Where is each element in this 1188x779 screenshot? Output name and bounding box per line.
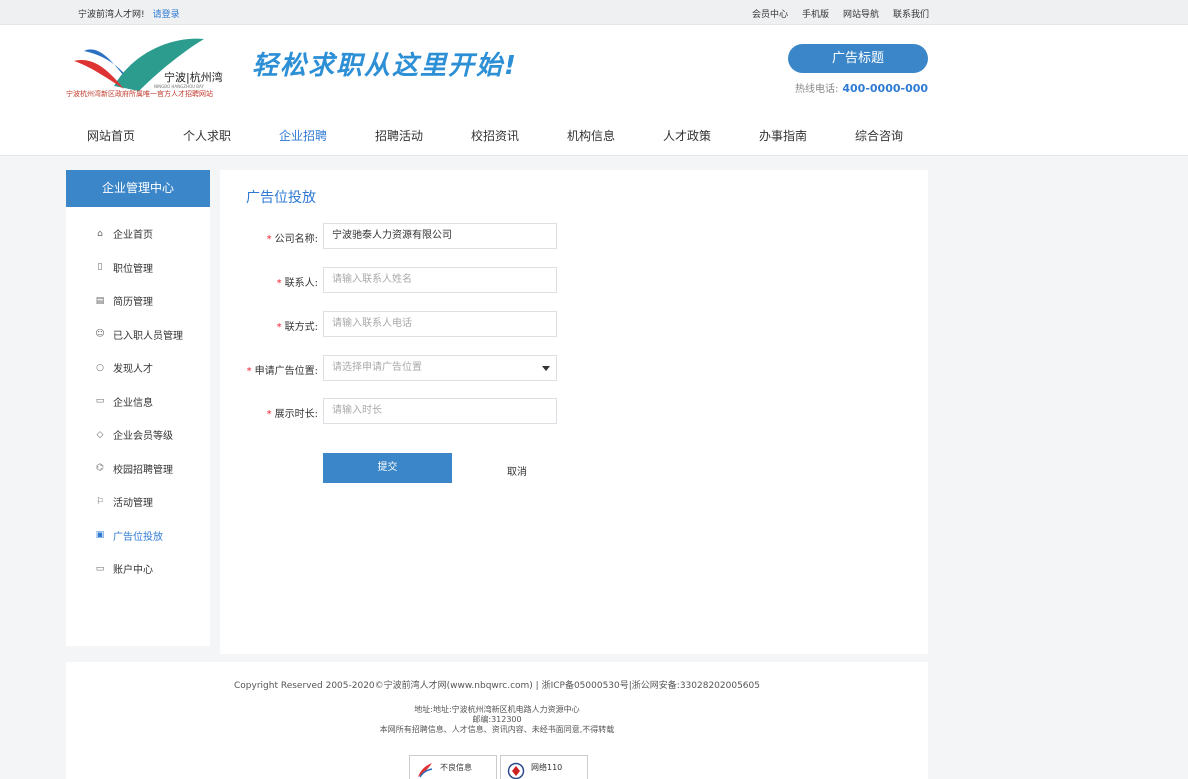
sidebar-item-campus[interactable]: ⌬ 校园招聘管理 — [66, 452, 210, 486]
sidebar-item-label: 账户中心 — [113, 565, 153, 577]
topbar-link-contact[interactable]: 联系我们 — [893, 7, 929, 20]
hotline: 热线电话: 400-0000-000 — [795, 80, 928, 95]
police-shield-icon — [507, 762, 525, 779]
header: 宁波|杭州湾 NINGBO HANGZHOU BAY 宁波杭州湾新区政府所属唯一… — [0, 25, 1188, 156]
diamond-icon: ◇ — [96, 429, 104, 440]
chevron-down-icon — [542, 366, 550, 371]
sidebar-item-label: 企业信息 — [113, 397, 153, 409]
company-label: * 公司名称: — [266, 234, 318, 245]
duration-label: * 展示时长: — [266, 409, 318, 420]
user-icon: ☺ — [95, 329, 105, 340]
ad-title-button[interactable]: 广告标题 — [788, 44, 928, 73]
submit-button[interactable]: 提交 — [323, 453, 452, 483]
topbar-link-sitemap[interactable]: 网站导航 — [843, 7, 879, 20]
main-nav: 网站首页 个人求职 企业招聘 招聘活动 校招资讯 机构信息 人才政策 办事指南 … — [63, 127, 927, 144]
topbar-left: 宁波前湾人才网! 请登录 — [78, 7, 180, 20]
nav-consult[interactable]: 综合咨询 — [831, 127, 927, 144]
nav-talent-policy[interactable]: 人才政策 — [639, 127, 735, 144]
phone-label: * 联方式: — [276, 322, 318, 333]
nav-home[interactable]: 网站首页 — [63, 127, 159, 144]
home-icon: ⌂ — [97, 228, 103, 239]
form-row-company: * 公司名称: 宁波驰泰人力资源有限公司 — [220, 223, 928, 249]
nav-job-seeking[interactable]: 个人求职 — [159, 127, 255, 144]
sidebar-menu: ⌂ 企业首页 ▯ 职位管理 ▤ 简历管理 ☺ 已入职人员管理 ○ 发现人才 ▭ 企业信息 ◇… — [66, 217, 210, 586]
sidebar-item-company-info[interactable]: ▭ 企业信息 — [66, 385, 210, 419]
form-row-contact: * 联系人: 请输入联系人姓名 — [220, 267, 928, 293]
top-bar: 宁波前湾人才网! 请登录 会员中心 手机版 网站导航 联系我们 — [0, 0, 1188, 25]
nav-enterprise-recruit[interactable]: 企业招聘 — [255, 127, 351, 144]
badge-label: 不良信息 — [440, 763, 472, 772]
sidebar-item-label: 企业首页 — [113, 230, 153, 242]
topbar-link-member[interactable]: 会员中心 — [752, 7, 788, 20]
position-icon: ▯ — [97, 262, 103, 273]
footer-address-block: 地址:地址:宁波杭州湾新区机电路人力资源中心 邮编:312300 本网所有招聘信… — [66, 705, 928, 735]
topbar-link-mobile[interactable]: 手机版 — [802, 7, 829, 20]
main-panel: 广告位投放 * 公司名称: 宁波驰泰人力资源有限公司 * 联系人: 请输入联系人姓名… — [220, 170, 928, 654]
company-name-input[interactable]: 宁波驰泰人力资源有限公司 — [323, 223, 557, 249]
login-link[interactable]: 请登录 — [153, 10, 180, 20]
contact-phone-input[interactable]: 请输入联系人电话 — [323, 311, 557, 337]
logo-slogan: 宁波杭州湾新区政府所属唯一官方人才招聘网站 — [66, 90, 213, 98]
report-logo-icon — [418, 763, 433, 778]
site-welcome: 宁波前湾人才网! — [78, 10, 145, 20]
wallet-icon: ▭ — [95, 563, 105, 574]
footer: Copyright Reserved 2005-2020©宁波前湾人才网(www… — [66, 662, 928, 779]
sidebar-item-discover[interactable]: ○ 发现人才 — [66, 351, 210, 385]
sidebar-item-label: 职位管理 — [113, 263, 153, 275]
footer-copyright: Copyright Reserved 2005-2020©宁波前湾人才网(www… — [234, 681, 760, 691]
bad-info-report-badge[interactable]: 不良信息 — [409, 755, 497, 779]
graduation-icon: ⌬ — [96, 463, 104, 474]
hotline-label: 热线电话: — [795, 84, 839, 95]
nav-guide[interactable]: 办事指南 — [735, 127, 831, 144]
badge-label: 网络110 — [531, 763, 563, 772]
sidebar-item-label: 简历管理 — [113, 297, 153, 309]
ad-position-label: * 申请广告位置: — [246, 366, 318, 377]
ad-position-select[interactable]: 请选择申请广告位置 — [323, 355, 557, 381]
ad-icon: ▣ — [95, 530, 105, 541]
sidebar-item-label: 广告位投放 — [113, 531, 163, 543]
form-row-ad-position: * 申请广告位置: 请选择申请广告位置 — [220, 355, 928, 381]
duration-input[interactable]: 请输入时长 — [323, 398, 557, 424]
bulb-icon: ○ — [96, 362, 104, 373]
flag-icon: ⚐ — [95, 496, 105, 507]
sidebar-item-account[interactable]: ▭ 账户中心 — [66, 552, 210, 586]
nav-institutions[interactable]: 机构信息 — [543, 127, 639, 144]
sidebar-item-label: 已入职人员管理 — [113, 330, 183, 342]
footer-address: 地址:地址:宁波杭州湾新区机电路人力资源中心 — [414, 705, 580, 714]
header-slogan: 轻松求职从这里开始! — [252, 51, 518, 81]
sidebar-item-home[interactable]: ⌂ 企业首页 — [66, 217, 210, 251]
page-title: 广告位投放 — [246, 190, 316, 206]
logo-text: 宁波|杭州湾 — [164, 70, 223, 84]
form-row-phone: * 联方式: 请输入联系人电话 — [220, 311, 928, 337]
sidebar-item-label: 活动管理 — [113, 498, 153, 510]
topbar-links: 会员中心 手机版 网站导航 联系我们 — [752, 7, 929, 20]
sidebar-item-label: 企业会员等级 — [113, 431, 173, 443]
sidebar-title: 企业管理中心 — [66, 170, 210, 207]
sidebar-item-membership[interactable]: ◇ 企业会员等级 — [66, 418, 210, 452]
cancel-button[interactable]: 取消 — [507, 463, 527, 478]
contact-label: * 联系人: — [276, 278, 318, 289]
nav-campus-news[interactable]: 校招资讯 — [447, 127, 543, 144]
footer-postcode: 邮编:312300 — [472, 715, 522, 724]
footer-notice: 本网所有招聘信息、人才信息、资讯内容、未经书面同意,不得转载 — [379, 725, 615, 734]
sidebar-item-employees[interactable]: ☺ 已入职人员管理 — [66, 318, 210, 352]
police-110-badge[interactable]: 网络110 — [500, 755, 588, 779]
sidebar: 企业管理中心 ⌂ 企业首页 ▯ 职位管理 ▤ 简历管理 ☺ 已入职人员管理 ○ 发现人才 … — [66, 170, 210, 646]
sidebar-item-resumes[interactable]: ▤ 简历管理 — [66, 284, 210, 318]
form-row-duration: * 展示时长: 请输入时长 — [220, 398, 928, 424]
sidebar-item-label: 发现人才 — [113, 364, 153, 376]
resume-icon: ▤ — [95, 295, 105, 306]
sidebar-item-ads[interactable]: ▣ 广告位投放 — [66, 519, 210, 553]
contact-name-input[interactable]: 请输入联系人姓名 — [323, 267, 557, 293]
document-icon: ▭ — [95, 396, 105, 407]
hotline-number: 400-0000-000 — [842, 82, 929, 95]
nav-recruit-events[interactable]: 招聘活动 — [351, 127, 447, 144]
sidebar-item-positions[interactable]: ▯ 职位管理 — [66, 251, 210, 285]
sidebar-item-label: 校园招聘管理 — [113, 464, 173, 476]
sidebar-item-events[interactable]: ⚐ 活动管理 — [66, 485, 210, 519]
